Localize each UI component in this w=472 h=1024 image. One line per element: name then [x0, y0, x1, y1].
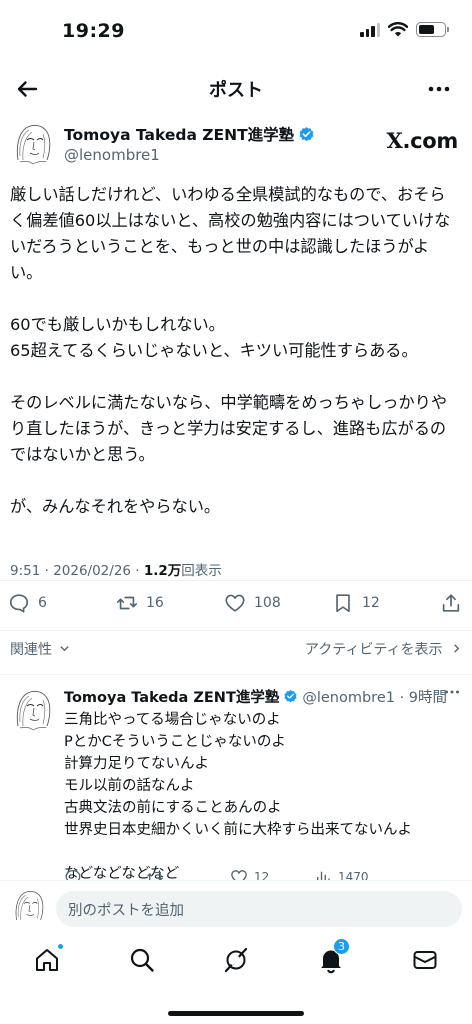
post-body: 厳しい話しだけれど、いわゆる全県模試的なもので、おそら く偏差値60以上はないと… [10, 182, 465, 546]
cellular-signal-icon [360, 22, 380, 37]
sketch-portrait-icon [15, 124, 53, 165]
battery-icon [416, 22, 449, 37]
nav-bar: ポスト [0, 62, 472, 116]
divider [0, 580, 472, 581]
bookmark-icon [336, 594, 350, 613]
reply-bubble-icon [65, 869, 81, 880]
post-paragraph: 60でも厳しいかもしれない。 65超えてるくらいじゃないと、キツい可能性すらある… [10, 315, 418, 360]
repost-icon [147, 871, 163, 880]
view-activity-link[interactable]: アクティビティを表示 [305, 639, 462, 659]
home-unread-dot [57, 943, 64, 950]
share-icon [442, 594, 460, 612]
status-time: 19:29 [62, 20, 125, 42]
bottom-tab-bar: 3 [0, 936, 472, 1024]
post-timestamp[interactable]: 9:51 · 2026/02/26 · [10, 563, 144, 579]
sort-relevance-button[interactable]: 関連性 [10, 639, 70, 659]
heart-icon [225, 594, 245, 612]
compose-bar: 別のポストを追加 [0, 880, 472, 936]
x-logo-glyph: X [386, 128, 403, 153]
heart-icon [231, 870, 247, 880]
more-horizontal-icon [445, 690, 459, 694]
reply-button[interactable]: 6 [8, 592, 47, 614]
more-horizontal-icon [428, 86, 450, 92]
like-count: 108 [254, 595, 281, 611]
xcom-brand-label: X.com [386, 128, 458, 153]
post-paragraph: 厳しい話しだけれど、いわゆる全県模試的なもので、おそら く偏差値60以上はないと… [10, 185, 451, 282]
home-icon [36, 949, 58, 971]
post-paragraph: そのレベルに満たないなら、中学範疇をめっちゃしっかりや り直したほうが、きっと学… [10, 393, 448, 464]
reply-bubble-icon [9, 594, 29, 613]
divider [0, 630, 472, 631]
tab-home[interactable] [33, 943, 64, 974]
reply-actions-partial: 12 1470 [64, 868, 464, 880]
divider [0, 674, 472, 675]
reply-post[interactable]: Tomoya Takeda ZENT進学塾 @lenombre1 · 9時間 三… [10, 682, 462, 882]
grok-icon [224, 947, 248, 973]
wifi-icon [388, 22, 408, 37]
view-activity-label: アクティビティを表示 [304, 642, 443, 658]
views-icon [317, 871, 330, 880]
avatar[interactable] [10, 686, 56, 732]
view-count-suffix: 回表示 [181, 563, 222, 579]
share-button[interactable] [440, 592, 462, 614]
verified-badge-icon [299, 126, 314, 141]
add-post-input[interactable]: 別のポストを追加 [56, 891, 462, 927]
reply-more-button[interactable] [442, 682, 462, 702]
reply-header: Tomoya Takeda ZENT進学塾 @lenombre1 · 9時間 [64, 686, 447, 707]
reply-view-count: 1470 [338, 870, 369, 880]
more-options-button[interactable] [424, 74, 454, 104]
reply-text: 三角比やってる場合じゃないのよ PとかCそういうことじゃないのよ 計算力足りてな… [64, 712, 412, 882]
chevron-down-icon [60, 646, 70, 652]
mail-icon [413, 951, 437, 969]
repost-icon [117, 596, 137, 610]
bookmark-count: 12 [362, 595, 380, 611]
page-title: ポスト [209, 80, 263, 101]
verified-badge-icon [284, 689, 297, 703]
tab-messages[interactable] [411, 946, 439, 974]
sort-relevance-label: 関連性 [10, 642, 52, 658]
reply-count: 6 [38, 595, 47, 611]
status-icons [360, 22, 449, 37]
reply-sort-row: 関連性 アクティビティを表示 [10, 636, 462, 662]
brand-suffix: .com [402, 129, 458, 153]
post-paragraph: が、みんなそれをやらない。 [10, 497, 221, 516]
repost-count: 16 [146, 595, 164, 611]
repost-button[interactable]: 16 [116, 592, 164, 614]
reply-author-name[interactable]: Tomoya Takeda ZENT進学塾 [64, 686, 279, 707]
tab-search[interactable] [128, 946, 156, 974]
author-name[interactable]: Tomoya Takeda ZENT進学塾 [64, 123, 315, 145]
bookmark-button[interactable]: 12 [332, 592, 380, 614]
post-author: Tomoya Takeda ZENT進学塾 @lenombre1 X.com [10, 118, 462, 172]
avatar [10, 887, 48, 925]
chevron-right-icon [454, 644, 460, 653]
tab-grok[interactable] [222, 946, 250, 974]
status-bar: 19:29 [0, 0, 472, 62]
tab-notifications[interactable]: 3 [317, 938, 350, 974]
post-meta: 9:51 · 2026/02/26 · 1.2万回表示 [10, 559, 222, 579]
author-name-text: Tomoya Takeda ZENT進学塾 [64, 126, 295, 144]
reply-like-count: 12 [254, 870, 270, 880]
post-actions: 6 16 108 12 [8, 592, 464, 622]
like-button[interactable]: 108 [224, 592, 281, 614]
notifications-badge: 3 [333, 938, 350, 955]
author-handle[interactable]: @lenombre1 [64, 146, 160, 164]
sketch-portrait-icon [15, 690, 53, 731]
avatar[interactable] [10, 120, 56, 166]
view-count: 1.2万 [143, 563, 182, 579]
sketch-portrait-icon [15, 891, 44, 921]
reply-handle-time[interactable]: @lenombre1 · 9時間 [302, 686, 447, 707]
home-indicator [168, 1011, 304, 1016]
search-icon [130, 948, 154, 972]
